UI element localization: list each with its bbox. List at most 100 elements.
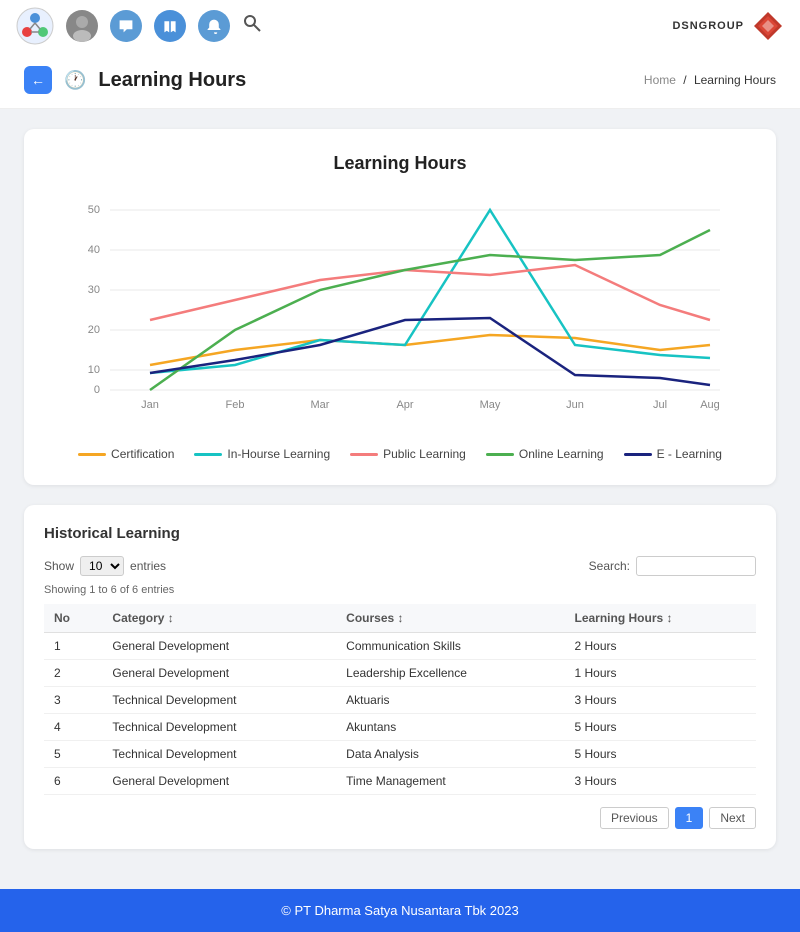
chart-title: Learning Hours: [48, 153, 752, 174]
nav-right: DSNGROUP: [672, 10, 784, 42]
logo-icon: [16, 7, 54, 45]
svg-text:40: 40: [88, 244, 100, 256]
next-button[interactable]: Next: [709, 807, 756, 829]
legend-inhouse: In-Hourse Learning: [194, 447, 330, 461]
search-input[interactable]: [636, 556, 756, 576]
online-dot: [486, 453, 514, 456]
breadcrumb-home[interactable]: Home: [644, 73, 676, 87]
main-content: Learning Hours 50 40 30 20 10 0 Jan Feb: [0, 109, 800, 869]
search-button[interactable]: [242, 13, 262, 39]
legend-elearning: E - Learning: [624, 447, 722, 461]
back-button[interactable]: ←: [24, 66, 52, 94]
breadcrumb: Home / Learning Hours: [644, 73, 776, 87]
svg-text:Jan: Jan: [141, 399, 159, 411]
cell-courses: Data Analysis: [336, 741, 564, 768]
svg-text:30: 30: [88, 284, 100, 296]
table-row: 6 General Development Time Management 3 …: [44, 768, 756, 795]
cell-courses: Aktuaris: [336, 687, 564, 714]
cell-category: General Development: [102, 768, 336, 795]
elearning-label: E - Learning: [657, 447, 722, 461]
svg-text:Aug: Aug: [700, 399, 720, 411]
table-row: 1 General Development Communication Skil…: [44, 633, 756, 660]
cell-category: Technical Development: [102, 687, 336, 714]
brand-text: DSNGROUP: [672, 20, 744, 32]
table-row: 2 General Development Leadership Excelle…: [44, 660, 756, 687]
table-row: 4 Technical Development Akuntans 5 Hours: [44, 714, 756, 741]
search-label: Search:: [589, 559, 630, 573]
cell-no: 6: [44, 768, 102, 795]
cell-courses: Communication Skills: [336, 633, 564, 660]
chart-legend: Certification In-Hourse Learning Public …: [48, 447, 752, 461]
page-header: ← 🕐 Learning Hours Home / Learning Hours: [0, 52, 800, 109]
svg-text:10: 10: [88, 364, 100, 376]
show-label: Show: [44, 559, 74, 573]
page-1-button[interactable]: 1: [675, 807, 704, 829]
page-header-left: ← 🕐 Learning Hours: [24, 66, 246, 94]
chat-icon[interactable]: [110, 10, 142, 42]
legend-certification: Certification: [78, 447, 174, 461]
public-label: Public Learning: [383, 447, 466, 461]
show-entries: Show 10 25 50 entries: [44, 556, 166, 576]
table-section-title: Historical Learning: [44, 525, 756, 542]
brand-diamond-icon: [752, 10, 784, 42]
svg-text:50: 50: [88, 204, 100, 216]
prev-button[interactable]: Previous: [600, 807, 669, 829]
cell-hours: 3 Hours: [565, 687, 757, 714]
table-pagination: Previous 1 Next: [44, 807, 756, 829]
cell-category: General Development: [102, 633, 336, 660]
clock-icon: 🕐: [64, 70, 86, 91]
cell-hours: 5 Hours: [565, 741, 757, 768]
cell-category: Technical Development: [102, 741, 336, 768]
col-courses[interactable]: Courses ↕: [336, 604, 564, 633]
svg-text:Jul: Jul: [653, 399, 667, 411]
book-icon[interactable]: [154, 10, 186, 42]
avatar-icon[interactable]: [66, 10, 98, 42]
cell-no: 3: [44, 687, 102, 714]
footer: © PT Dharma Satya Nusantara Tbk 2023: [0, 889, 800, 932]
legend-online: Online Learning: [486, 447, 604, 461]
bell-icon[interactable]: [198, 10, 230, 42]
cell-courses: Leadership Excellence: [336, 660, 564, 687]
chart-card: Learning Hours 50 40 30 20 10 0 Jan Feb: [24, 129, 776, 485]
certification-dot: [78, 453, 106, 456]
cell-hours: 2 Hours: [565, 633, 757, 660]
col-no: No: [44, 604, 102, 633]
cell-hours: 1 Hours: [565, 660, 757, 687]
svg-text:Apr: Apr: [396, 399, 413, 411]
table-row: 3 Technical Development Aktuaris 3 Hours: [44, 687, 756, 714]
cell-courses: Akuntans: [336, 714, 564, 741]
cell-no: 5: [44, 741, 102, 768]
col-category[interactable]: Category ↕: [102, 604, 336, 633]
svg-text:Mar: Mar: [311, 399, 330, 411]
breadcrumb-separator: /: [683, 73, 690, 87]
online-label: Online Learning: [519, 447, 604, 461]
cell-hours: 5 Hours: [565, 714, 757, 741]
table-showing-info: Showing 1 to 6 of 6 entries: [44, 584, 756, 596]
table-row: 5 Technical Development Data Analysis 5 …: [44, 741, 756, 768]
cell-no: 1: [44, 633, 102, 660]
table-header: No Category ↕ Courses ↕ Learning Hours ↕: [44, 604, 756, 633]
svg-text:20: 20: [88, 324, 100, 336]
table-body: 1 General Development Communication Skil…: [44, 633, 756, 795]
inhouse-label: In-Hourse Learning: [227, 447, 330, 461]
entries-select[interactable]: 10 25 50: [80, 556, 124, 576]
cell-courses: Time Management: [336, 768, 564, 795]
cell-no: 2: [44, 660, 102, 687]
elearning-dot: [624, 453, 652, 456]
entries-label: entries: [130, 559, 166, 573]
chart-container: 50 40 30 20 10 0 Jan Feb Mar Apr May Jun…: [48, 190, 752, 435]
page-title: Learning Hours: [98, 69, 246, 92]
top-nav: DSNGROUP: [0, 0, 800, 52]
footer-text: © PT Dharma Satya Nusantara Tbk 2023: [281, 903, 518, 918]
svg-text:May: May: [480, 399, 501, 411]
cell-category: Technical Development: [102, 714, 336, 741]
table-card: Historical Learning Show 10 25 50 entrie…: [24, 505, 776, 849]
svg-text:0: 0: [94, 384, 100, 396]
cell-hours: 3 Hours: [565, 768, 757, 795]
legend-public: Public Learning: [350, 447, 466, 461]
svg-text:Jun: Jun: [566, 399, 584, 411]
breadcrumb-current: Learning Hours: [694, 73, 776, 87]
cell-no: 4: [44, 714, 102, 741]
inhouse-dot: [194, 453, 222, 456]
col-hours[interactable]: Learning Hours ↕: [565, 604, 757, 633]
